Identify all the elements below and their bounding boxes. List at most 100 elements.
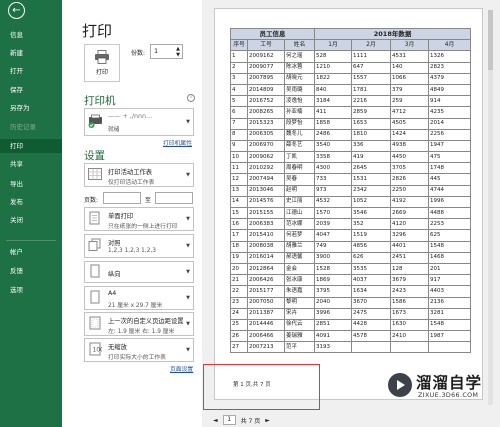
group-header-employee: 员工信息: [229, 27, 316, 41]
table-cell: 1210: [314, 61, 353, 74]
preview-scrollbar-thumb[interactable]: [488, 10, 493, 70]
pages-from-input[interactable]: [103, 192, 141, 204]
table-cell: 840: [314, 83, 353, 97]
copies-stepper[interactable]: 1 ▲ ▼: [150, 44, 183, 59]
nav-item-feedback[interactable]: 反馈: [0, 264, 62, 278]
back-arrow-icon[interactable]: ←: [8, 2, 25, 19]
table-row: 26 2006466 姜瑞雅 4091 4578 2410 1987: [230, 330, 472, 343]
table-cell: 3900: [314, 251, 353, 264]
table-cell: 1673: [390, 307, 430, 320]
table-cell: 丁凯: [283, 151, 316, 164]
nav-item-info[interactable]: 信息: [0, 28, 62, 42]
paper-icon: [88, 290, 102, 306]
nav-item-print[interactable]: 打印: [0, 139, 62, 153]
nav-item-save[interactable]: 保存: [0, 83, 62, 97]
page-setup-link[interactable]: 页面设置: [170, 364, 193, 373]
collate-title: 对照: [108, 240, 121, 247]
scaling-title: 无缩放: [108, 344, 127, 351]
table-cell: 2012864: [247, 262, 285, 276]
nav-item-open[interactable]: 打开: [0, 64, 62, 78]
nav-item-options[interactable]: 选项: [0, 283, 62, 297]
print-button[interactable]: 打印: [84, 44, 120, 82]
margins-desc: 左: 1.9 厘米 右: 1.9 厘米: [108, 329, 175, 335]
pages-to-input[interactable]: [155, 192, 193, 204]
table-cell: 1: [230, 50, 248, 63]
margins-dropdown[interactable]: 上一次的自定义页边距设置 左: 1.9 厘米 右: 1.9 厘米 ▼: [84, 312, 194, 336]
table-cell: 1987: [428, 330, 472, 343]
table-cell: 7: [230, 117, 248, 130]
table-cell: 8: [230, 128, 248, 141]
nav-item-export[interactable]: 导出: [0, 177, 62, 191]
single-sided-icon: [88, 211, 102, 227]
collate-dropdown[interactable]: 对照 1,2,3 1,2,3 1,2,3 ▼: [84, 234, 194, 258]
table-cell: 1066: [390, 72, 430, 85]
table-cell: 733: [314, 173, 353, 186]
table-cell: 11: [230, 162, 248, 175]
column-header: 工号: [247, 39, 285, 52]
table-cell: 1653: [351, 117, 392, 130]
nav-item-save-as[interactable]: 另存为: [0, 101, 62, 115]
table-cell: 2009062: [247, 151, 285, 164]
table-cell: [351, 341, 392, 354]
nav-item-close[interactable]: 关闭: [0, 213, 62, 227]
table-cell: 2015177: [247, 285, 285, 298]
table-cell: 2006426: [247, 274, 285, 287]
table-row: 14 2014576 史江丽 4532 1052 4192 1996: [230, 195, 472, 209]
nav-item-publish[interactable]: 发布: [0, 195, 62, 209]
table-row: 25 2014446 徐代云 2851 4428 1630 1548: [230, 318, 472, 332]
spin-arrows-icon[interactable]: ▲ ▼: [176, 46, 180, 58]
table-cell: 吴春: [283, 173, 316, 186]
table-cell: 1947: [428, 139, 472, 153]
table-row: 17 2015410 何若梦 4047 1519 3296 625: [230, 229, 472, 242]
table-cell: 3358: [314, 151, 353, 164]
nav-item-account[interactable]: 帐户: [0, 245, 62, 259]
print-scope-dropdown[interactable]: 打印活动工作表 仅打印活动工作表 ▼: [84, 163, 194, 187]
table-cell: 孙亚楠: [283, 106, 316, 119]
backstage-nav: ← 信息 新建 打开 保存 另存为 历史记录 打印 共享 导出 发布 关闭 帐户…: [0, 0, 62, 427]
table-cell: 范冰娜: [283, 218, 316, 231]
table-cell: 朱语嘉: [283, 285, 316, 298]
table-cell: 4: [230, 83, 248, 97]
table-cell: 黎明: [283, 296, 316, 309]
highlight-box: [203, 364, 320, 410]
table-cell: 13: [230, 184, 248, 197]
chevron-down-icon: ▼: [186, 295, 190, 301]
table-cell: 4856: [351, 240, 392, 253]
table-cell: 2216: [351, 95, 392, 108]
table-cell: 22: [230, 285, 248, 298]
table-cell: 赵明: [283, 184, 316, 197]
nav-item-new[interactable]: 新建: [0, 46, 62, 60]
table-cell: 18: [230, 240, 248, 253]
table-cell: 24: [230, 307, 248, 320]
page-number-input[interactable]: 1: [222, 415, 236, 425]
scaling-desc: 打印实际大小的工作表: [108, 355, 166, 361]
watermark-subtext: ZIXUE.3D66.COM: [418, 392, 479, 399]
table-cell: 2039: [314, 218, 353, 231]
scaling-dropdown[interactable]: 100 无缩放 打印实际大小的工作表 ▼: [84, 338, 194, 362]
printer-properties-link[interactable]: 打印机属性: [163, 138, 192, 147]
sides-desc: 只在纸张的一侧上进行打印: [108, 224, 178, 230]
table-cell: 张冰康: [283, 274, 316, 287]
table-cell: 411: [314, 106, 353, 119]
paper-size-dropdown[interactable]: A4 21 厘米 x 29.7 厘米 ▼: [84, 286, 194, 310]
prev-page-icon[interactable]: ◄: [213, 417, 218, 424]
table-cell: 1586: [390, 296, 430, 309]
paper-size-desc: 21 厘米 x 29.7 厘米: [108, 303, 163, 309]
orientation-dropdown[interactable]: 纵向 ▼: [84, 261, 194, 283]
table-cell: 5: [230, 95, 248, 108]
table-cell: 15: [230, 206, 248, 220]
table-cell: 1424: [390, 128, 430, 141]
table-cell: 2016014: [247, 251, 285, 264]
table-cell: 21: [230, 274, 248, 287]
table-cell: 2007895: [247, 72, 285, 85]
next-page-icon[interactable]: ►: [265, 417, 270, 424]
table-cell: 1858: [314, 117, 353, 130]
nav-item-share[interactable]: 共享: [0, 157, 62, 171]
info-icon[interactable]: i: [187, 94, 195, 102]
sides-dropdown[interactable]: 单面打印 只在纸张的一侧上进行打印 ▼: [84, 207, 194, 231]
printer-dropdown[interactable]: —— + ,/nnn… 就绪 ▼: [84, 108, 194, 136]
table-cell: 2423: [390, 285, 430, 298]
table-cell: 1869: [314, 274, 353, 287]
table-cell: 4450: [390, 151, 430, 164]
table-cell: 4712: [390, 106, 430, 119]
